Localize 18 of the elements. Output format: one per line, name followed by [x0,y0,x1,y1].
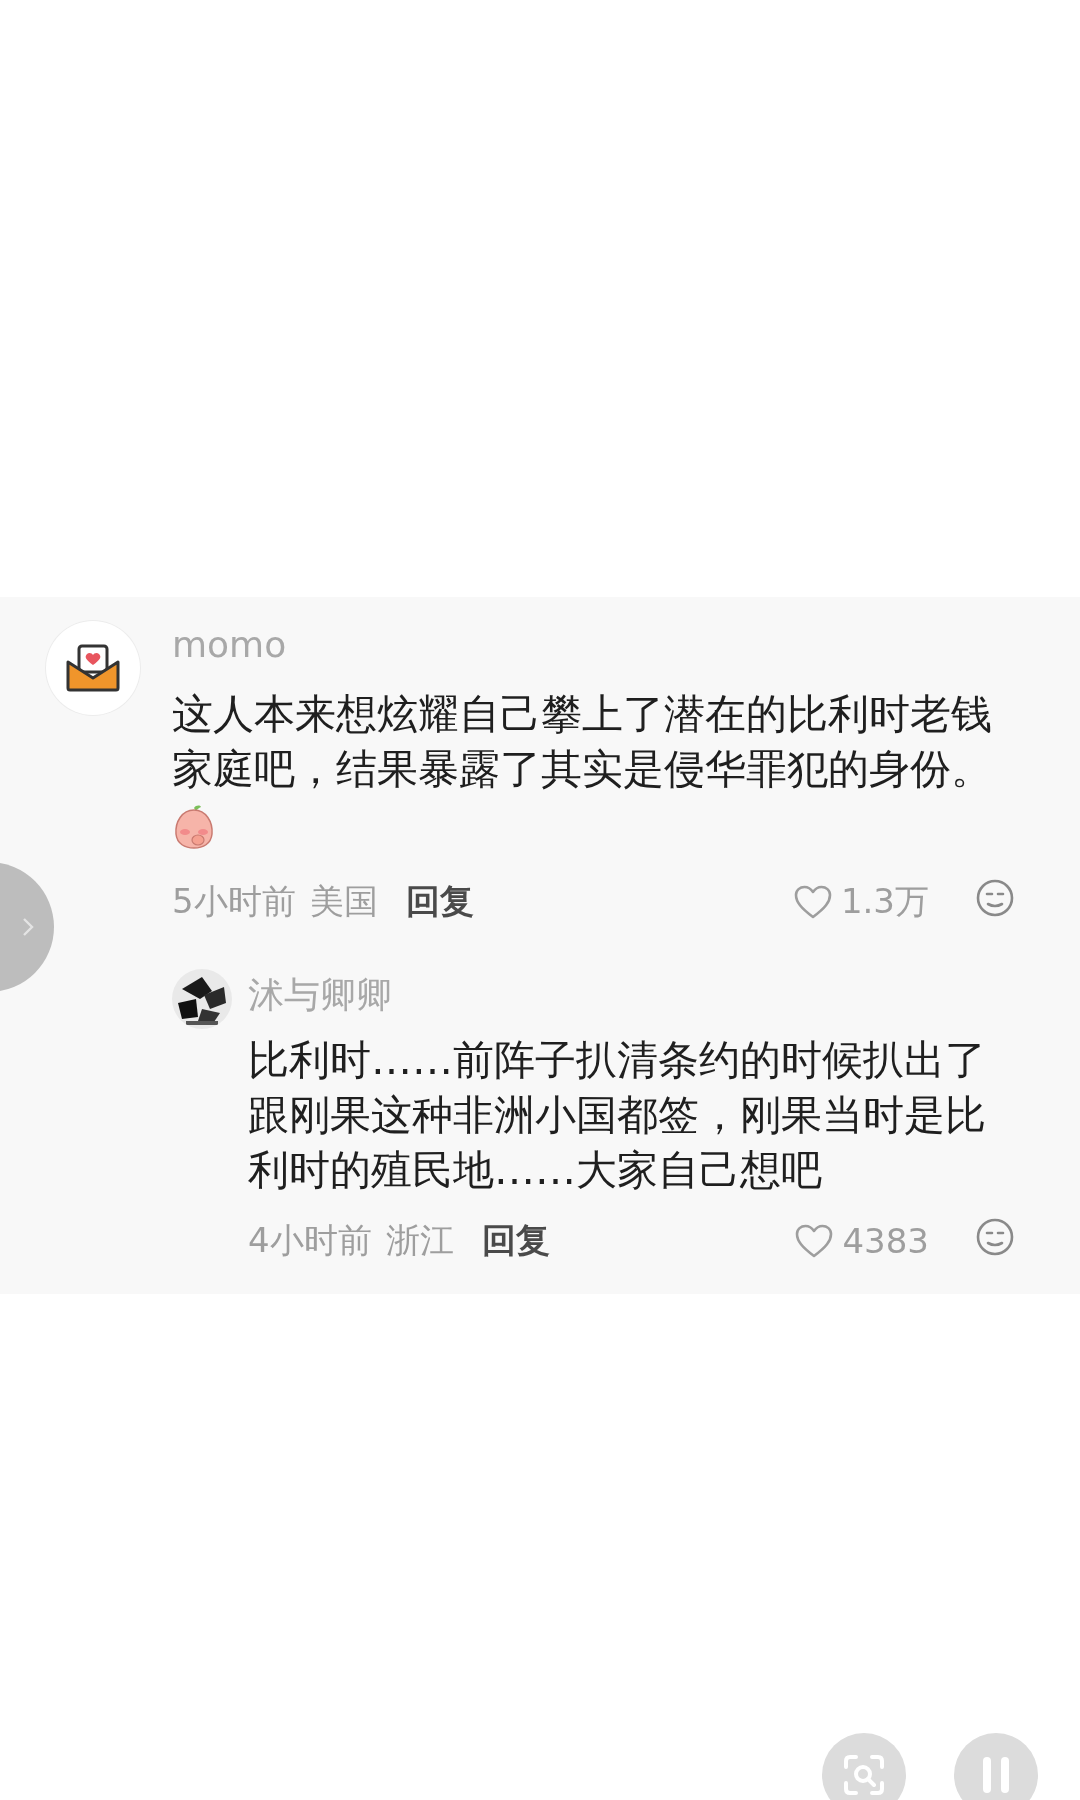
author-name[interactable]: momo [172,623,287,667]
envelope-icon [65,644,121,692]
reply-button[interactable]: 回复 [405,879,474,925]
smiley-icon[interactable] [975,1217,1015,1257]
comment-text: 这人本来想炫耀自己攀上了潜在的比利时老钱家庭吧，结果暴露了其实是侵华罪犯的身份。 [172,689,993,795]
timestamp: 4小时前 [248,1219,372,1262]
comment-text: 比利时……前阵子扒清条约的时候扒出了跟刚果这种非洲小国都签，刚果当时是比利时的殖民地……大家自己想吧 [248,1035,987,1196]
like-button[interactable]: 4383 [794,1221,929,1261]
like-button[interactable]: 1.3万 [792,879,929,925]
chevron-right-icon [22,917,34,937]
smiley-icon[interactable] [975,878,1015,918]
pause-icon [981,1755,1011,1795]
location: 浙江 [385,1219,454,1262]
location: 美国 [309,880,378,923]
scan-search-icon [842,1753,886,1797]
timestamp: 5小时前 [172,880,296,923]
reply-button[interactable]: 回复 [481,1218,550,1264]
author-name[interactable]: 沭与卿卿 [248,973,392,1017]
